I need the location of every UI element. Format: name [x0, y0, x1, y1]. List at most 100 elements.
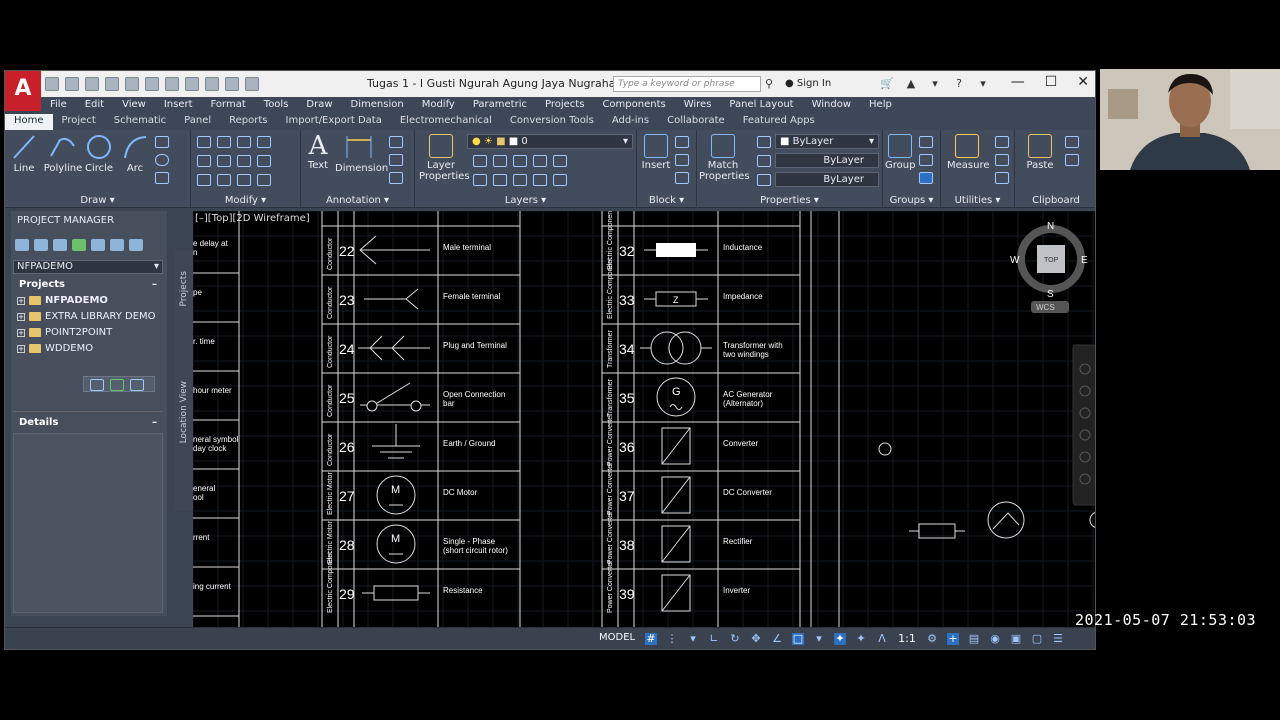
fillet-icon[interactable] — [237, 155, 251, 167]
chevron-down-icon[interactable]: ▾ — [813, 633, 825, 645]
tab-schematic[interactable]: Schematic — [105, 114, 175, 130]
utilities-panel-title[interactable]: Utilities ▾ — [941, 195, 1014, 206]
project-item[interactable]: + WDDEMO — [17, 343, 93, 354]
annotation-panel-title[interactable]: Annotation ▾ — [301, 195, 414, 206]
menu-panel-layout[interactable]: Panel Layout — [720, 97, 802, 114]
ungroup-icon[interactable] — [919, 136, 933, 148]
annotation-icon[interactable]: Λ — [876, 633, 888, 645]
tab-electromechanical[interactable]: Electromechanical — [391, 114, 501, 130]
layer-properties-tool[interactable]: Layer Properties — [419, 134, 470, 182]
layers-panel-title[interactable]: Layers ▾ — [415, 195, 636, 206]
move-icon[interactable] — [197, 136, 211, 148]
layer-tool-icon[interactable] — [493, 174, 507, 186]
tab-add-ins[interactable]: Add-ins — [603, 114, 658, 130]
menu-draw[interactable]: Draw — [297, 97, 341, 114]
units-icon[interactable]: ▤ — [968, 633, 980, 645]
cut-icon[interactable] — [1065, 136, 1079, 148]
rectangle-icon[interactable] — [155, 136, 169, 148]
details-header[interactable]: Details – — [13, 417, 163, 428]
group-edit-icon[interactable] — [919, 154, 933, 166]
groups-panel-title[interactable]: Groups ▾ — [883, 195, 940, 206]
menu-file[interactable]: File — [41, 97, 76, 114]
scale-readout[interactable]: 1:1 — [897, 633, 917, 645]
create-block-icon[interactable] — [675, 136, 689, 148]
menu-parametric[interactable]: Parametric — [464, 97, 536, 114]
layer-tool-icon[interactable] — [513, 155, 527, 167]
offset-icon[interactable] — [257, 174, 271, 186]
minimize-button[interactable]: — — [1011, 74, 1025, 90]
publish-icon[interactable] — [225, 77, 239, 91]
grid-icon[interactable]: # — [645, 633, 657, 645]
annotation-scale-icon[interactable]: ✦ — [855, 633, 867, 645]
menu-window[interactable]: Window — [803, 97, 860, 114]
menu-modify[interactable]: Modify — [413, 97, 464, 114]
check-icon[interactable] — [110, 379, 124, 391]
project-item[interactable]: + NFPADEMO — [17, 295, 108, 306]
color-dropdown[interactable]: ■ ByLayer ▾ — [775, 134, 879, 149]
explode-icon[interactable] — [257, 155, 271, 167]
viewport-controls[interactable]: [–][Top][2D Wireframe] — [195, 213, 310, 224]
tab-project[interactable]: Project — [53, 114, 105, 130]
linetype-icon[interactable] — [757, 155, 771, 167]
chevron-down-icon[interactable]: ▾ — [975, 77, 991, 91]
scale-icon[interactable] — [217, 174, 231, 186]
tab-conversion-tools[interactable]: Conversion Tools — [501, 114, 603, 130]
line-tool[interactable]: Line — [11, 134, 37, 174]
tab-collaborate[interactable]: Collaborate — [658, 114, 734, 130]
web-mobile-icon[interactable] — [125, 77, 139, 91]
remove-icon[interactable] — [130, 379, 144, 391]
menu-tools[interactable]: Tools — [255, 97, 298, 114]
expand-icon[interactable]: + — [17, 296, 25, 305]
object-snap-icon[interactable]: □ — [792, 633, 804, 645]
project-item[interactable]: + EXTRA LIBRARY DEMO — [17, 311, 156, 322]
chevron-down-icon[interactable]: ▾ — [687, 633, 699, 645]
layer-tool-icon[interactable] — [473, 155, 487, 167]
polar-icon[interactable]: ↻ — [729, 633, 741, 645]
undo-icon[interactable] — [185, 77, 199, 91]
isolate-icon[interactable]: ◉ — [989, 633, 1001, 645]
sign-in-button[interactable]: ● Sign In — [785, 78, 831, 89]
help-icon[interactable]: ? — [951, 77, 967, 91]
layer-tool-icon[interactable] — [513, 174, 527, 186]
layer-tool-icon[interactable] — [553, 155, 567, 167]
properties-panel-title[interactable]: Properties ▾ — [697, 195, 882, 206]
menu-help[interactable]: Help — [860, 97, 901, 114]
tab-location-view[interactable]: Location View — [179, 381, 189, 443]
match-properties-tool[interactable]: Match Properties — [699, 134, 750, 182]
layer-tool-icon[interactable] — [473, 174, 487, 186]
isodraft-icon[interactable]: ✥ — [750, 633, 762, 645]
expand-icon[interactable]: + — [17, 344, 25, 353]
menu-insert[interactable]: Insert — [155, 97, 202, 114]
refresh-icon[interactable] — [72, 239, 86, 251]
lineweight-dropdown[interactable]: ByLayer — [775, 172, 879, 187]
circle-tool[interactable]: Circle — [85, 134, 113, 174]
tab-home[interactable]: Home — [5, 114, 53, 130]
ortho-icon[interactable]: ∟ — [708, 633, 720, 645]
menu-components[interactable]: Components — [593, 97, 674, 114]
maximize-button[interactable]: ☐ — [1045, 74, 1058, 90]
select-all-icon[interactable] — [995, 154, 1009, 166]
text-tool[interactable]: A Text — [305, 132, 331, 171]
rotate-icon[interactable] — [217, 136, 231, 148]
menu-edit[interactable]: Edit — [76, 97, 113, 114]
hatch-icon[interactable] — [155, 172, 169, 184]
leader-icon[interactable] — [389, 136, 403, 148]
redo-icon[interactable] — [205, 77, 219, 91]
menu-projects[interactable]: Projects — [536, 97, 593, 114]
mirror-icon[interactable] — [217, 155, 231, 167]
plot-project-icon[interactable] — [110, 239, 124, 251]
new-project-icon[interactable] — [34, 239, 48, 251]
modify-panel-title[interactable]: Modify ▾ — [191, 195, 300, 206]
layer-tool-icon[interactable] — [533, 174, 547, 186]
project-item[interactable]: + POINT2POINT — [17, 327, 112, 338]
leader-icon[interactable] — [389, 154, 403, 166]
menu-view[interactable]: View — [113, 97, 155, 114]
projects-header[interactable]: Projects – — [13, 279, 163, 290]
print-icon[interactable] — [165, 77, 179, 91]
search-input[interactable]: Type a keyword or phrase — [613, 76, 761, 92]
menu-wires[interactable]: Wires — [675, 97, 721, 114]
expand-icon[interactable]: + — [17, 312, 25, 321]
group-tool[interactable]: Group — [885, 134, 915, 171]
open-icon[interactable] — [65, 77, 79, 91]
new-icon[interactable] — [45, 77, 59, 91]
